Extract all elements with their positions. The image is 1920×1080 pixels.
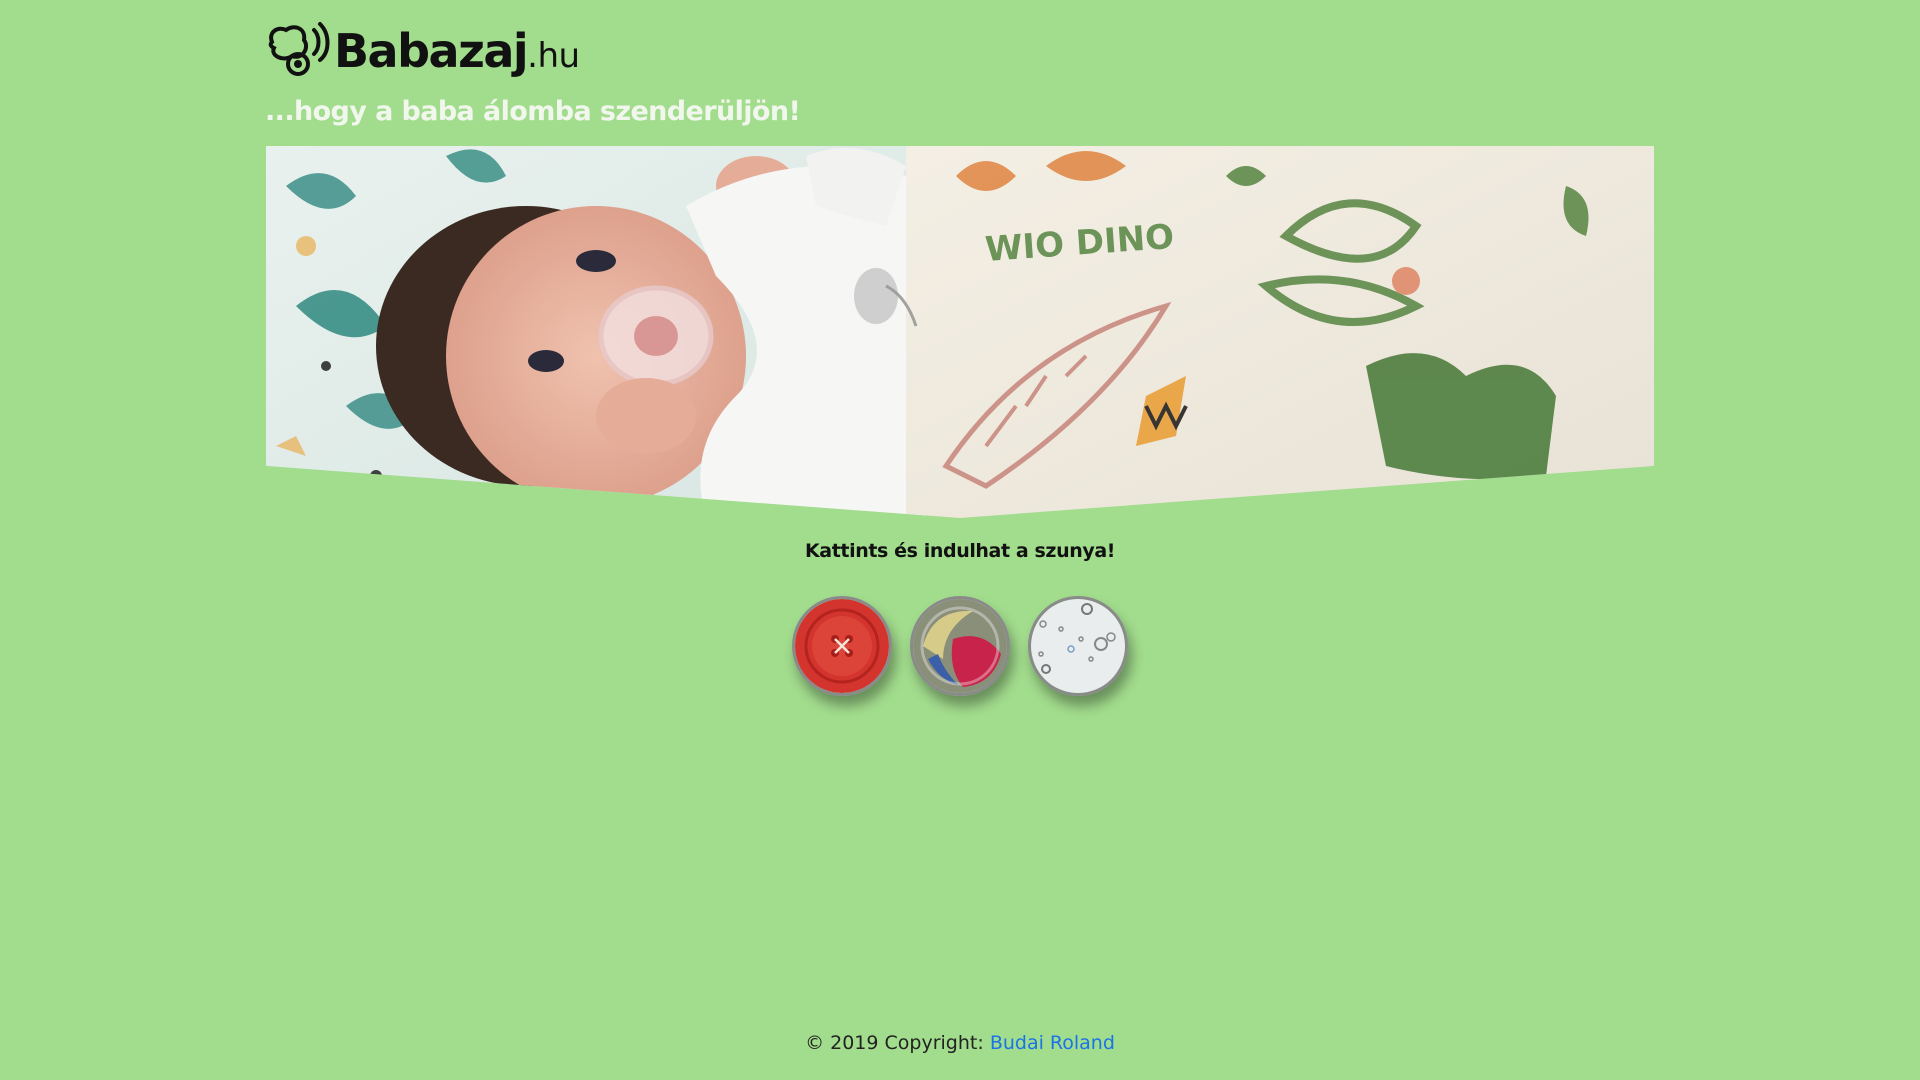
pacifier-icon (268, 22, 330, 76)
sound-button-group (0, 596, 1920, 696)
author-link[interactable]: Budai Roland (990, 1032, 1115, 1054)
red-button-icon (795, 599, 889, 693)
logo-name: Babazaj (334, 24, 529, 78)
washing-machine-icon (913, 599, 1007, 693)
washing-machine-sound-button[interactable] (910, 596, 1010, 696)
site-logo[interactable]: Babazaj .hu (262, 18, 580, 84)
cta-text: Kattints és indulhat a szunya! (804, 540, 1116, 562)
tagline: ...hogy a baba álomba szenderüljön! (265, 96, 801, 127)
water-bubbles-icon (1031, 599, 1125, 693)
red-button-sound-button[interactable] (792, 596, 892, 696)
footer: © 2019 Copyright: Budai Roland (0, 1032, 1920, 1054)
water-bubbles-sound-button[interactable] (1028, 596, 1128, 696)
copyright-text: © 2019 Copyright: (805, 1032, 984, 1054)
page: Babazaj .hu ...hogy a baba álomba szende… (0, 0, 1920, 1080)
logo-tld: .hu (527, 36, 580, 76)
logo-text: Babazaj .hu (334, 24, 580, 78)
hero-image: WIO DINO (266, 146, 1654, 518)
